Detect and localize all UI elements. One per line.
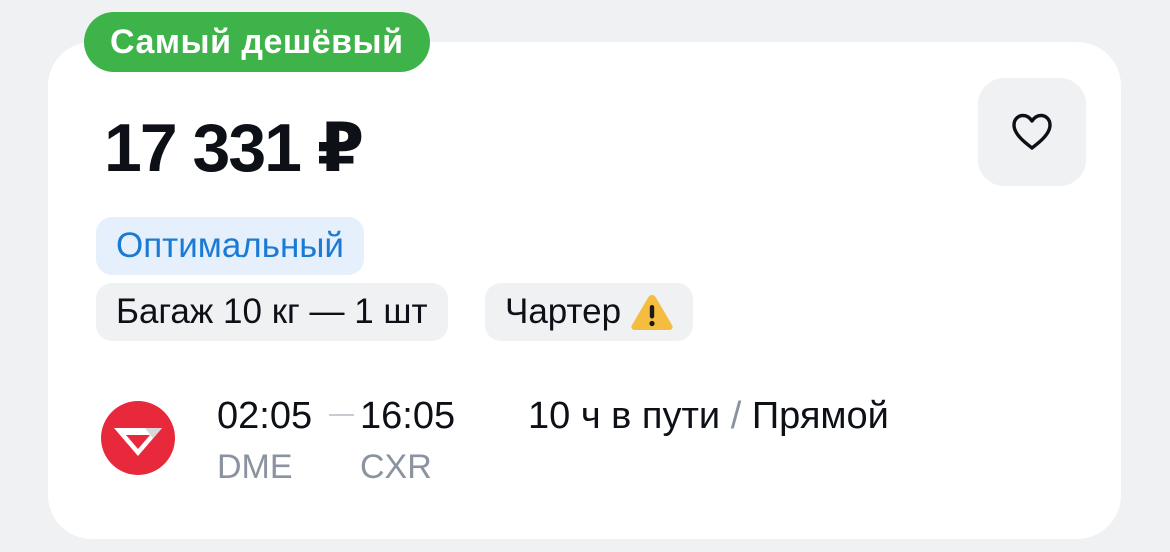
time-separator (329, 414, 354, 416)
heart-icon (1012, 113, 1052, 150)
departure-airport: DME (217, 448, 293, 486)
warning-icon (629, 292, 675, 332)
charter-chip[interactable]: Чартер (485, 283, 694, 341)
airline-logo (101, 401, 175, 475)
flight-type: Прямой (751, 395, 889, 437)
favorite-button[interactable] (978, 78, 1086, 186)
flight-duration: 10 ч в пути (528, 395, 721, 437)
departure-time: 02:05 (217, 395, 313, 437)
arrival-time: 16:05 (360, 395, 456, 437)
arrival-airport: CXR (360, 448, 432, 486)
tariff-label: Оптимальный (116, 226, 344, 265)
tariff-chip[interactable]: Оптимальный (96, 217, 364, 275)
cheapest-badge: Самый дешёвый (84, 12, 430, 72)
summary-separator: / (730, 395, 742, 437)
flight-summary: 10 ч в пути / Прямой (528, 393, 889, 439)
baggage-chip[interactable]: Багаж 10 кг — 1 шт (96, 283, 448, 341)
ticket-price: 17 331 ₽ (104, 110, 364, 186)
baggage-label: Багаж 10 кг — 1 шт (116, 292, 428, 331)
charter-label: Чартер (505, 292, 622, 331)
